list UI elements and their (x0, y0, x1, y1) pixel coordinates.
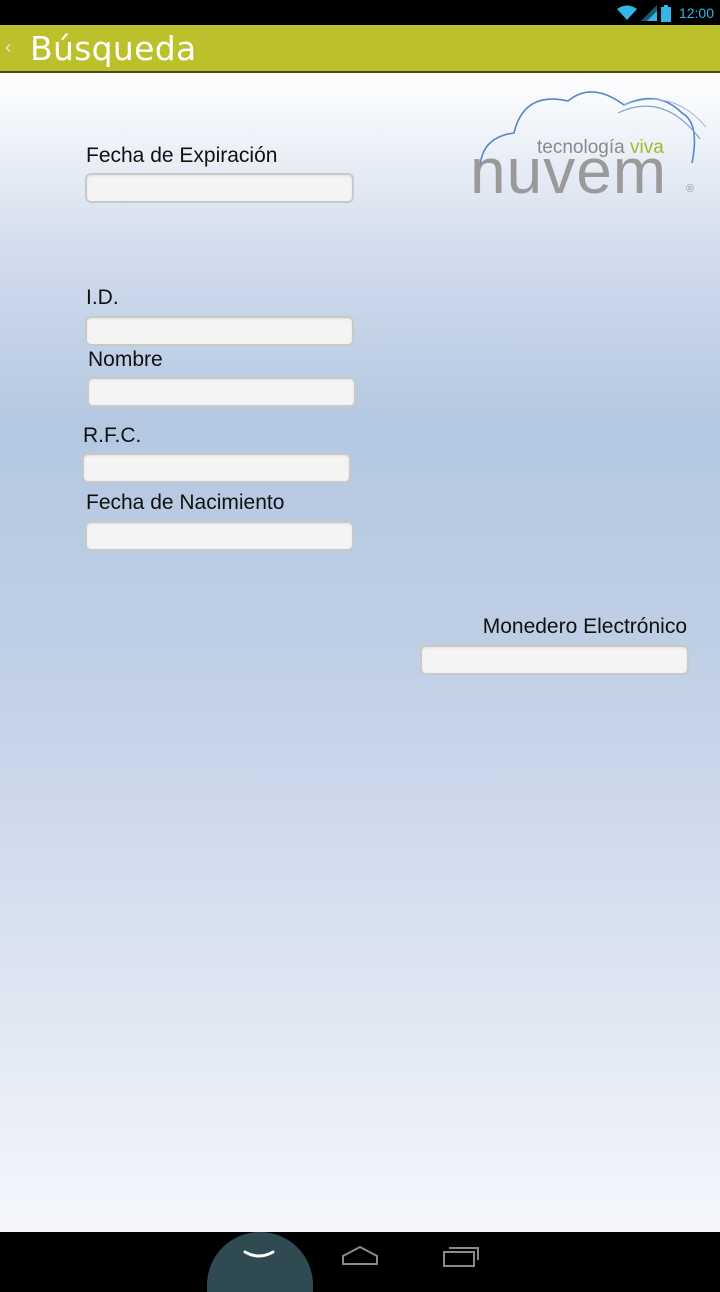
navigation-bar (0, 1232, 720, 1292)
page-title: Búsqueda (30, 29, 197, 68)
chevron-left-icon[interactable]: ‹ (4, 35, 12, 59)
rfc-field[interactable] (82, 453, 351, 483)
expiration-date-field[interactable] (85, 173, 354, 203)
status-icons: 12:00 (616, 3, 714, 23)
nuvem-logo: tecnología viva nuvem ® (468, 83, 708, 203)
recent-apps-icon[interactable] (441, 1244, 481, 1268)
id-field[interactable] (85, 316, 354, 346)
signal-icon (640, 5, 657, 21)
clock: 12:00 (678, 5, 714, 21)
hide-keyboard-icon[interactable] (242, 1248, 276, 1262)
name-label: Nombre (88, 348, 163, 371)
expiration-date-label: Fecha de Expiración (86, 144, 278, 167)
status-bar: 12:00 (0, 0, 720, 25)
birth-date-field[interactable] (85, 521, 354, 551)
logo-registered-mark: ® (686, 183, 695, 195)
home-icon[interactable] (340, 1244, 380, 1268)
birth-date-label: Fecha de Nacimiento (86, 491, 285, 514)
id-label: I.D. (86, 286, 119, 309)
action-bar: ‹ Búsqueda (0, 25, 720, 73)
logo-brand: nuvem (470, 135, 668, 207)
electronic-wallet-label: Monedero Electrónico (482, 615, 687, 638)
name-field[interactable] (87, 377, 356, 407)
rfc-label: R.F.C. (83, 424, 142, 447)
hide-keyboard-button-bg (207, 1232, 313, 1292)
wifi-icon (616, 5, 637, 20)
search-form: tecnología viva nuvem ® Fecha de Expirac… (0, 73, 720, 1232)
electronic-wallet-field[interactable] (420, 645, 689, 675)
battery-icon (660, 4, 671, 22)
